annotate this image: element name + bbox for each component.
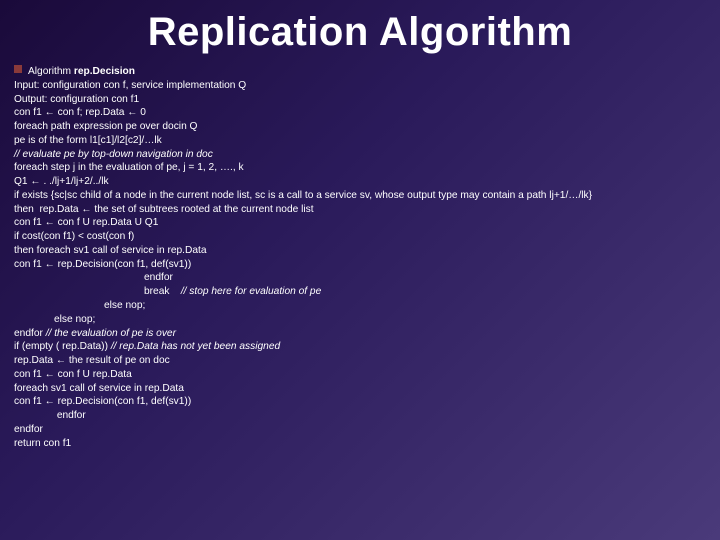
algo-line-text: Algorithm rep.Decision [28, 66, 135, 77]
algo-line-text: if exists {sc|sc child of a node in the … [14, 190, 592, 201]
algo-line: then foreach sv1 call of service in rep.… [14, 244, 706, 258]
algo-line-text: endfor [54, 410, 86, 421]
algo-line-text: if cost(con f1) < cost(con f) [14, 231, 134, 242]
algo-line: if (empty ( rep.Data)) // rep.Data has n… [14, 340, 706, 354]
algo-line-text: foreach step j in the evaluation of pe, … [14, 162, 244, 173]
algo-line-text: rep.Data ← the result of pe on doc [14, 355, 170, 366]
slide-title: Replication Algorithm [14, 10, 706, 55]
algo-line-text: Q1 ← . ./lj+1/lj+2/../lk [14, 176, 109, 187]
bullet-icon [14, 65, 22, 73]
algo-line: rep.Data ← the result of pe on doc [14, 354, 706, 368]
algo-line-text: con f1 ← con f U rep.Data [14, 369, 132, 380]
algo-line: Input: configuration con f, service impl… [14, 79, 706, 93]
algorithm-body: Algorithm rep.Decision Input: configurati… [14, 65, 706, 450]
algo-line: foreach sv1 call of service in rep.Data [14, 382, 706, 396]
algo-line-text: con f1 ← rep.Decision(con f1, def(sv1)) [14, 259, 191, 270]
algo-line-text: endfor [14, 424, 43, 435]
algo-line: then rep.Data ← the set of subtrees root… [14, 203, 706, 217]
algo-line: endfor [14, 423, 706, 437]
algo-line: con f1 ← rep.Decision(con f1, def(sv1)) [14, 395, 706, 409]
algo-line-text: return con f1 [14, 438, 71, 449]
algo-line: if cost(con f1) < cost(con f) [14, 230, 706, 244]
algo-line: foreach path expression pe over docin Q [14, 120, 706, 134]
algo-line: endfor // the evaluation of pe is over [14, 327, 706, 341]
algo-line: else nop; [14, 299, 706, 313]
algo-line-text: break // stop here for evaluation of pe [144, 286, 321, 297]
algo-line-text: then rep.Data ← the set of subtrees root… [14, 204, 314, 215]
algo-line-text: // evaluate pe by top-down navigation in… [14, 149, 213, 160]
algo-line: con f1 ← con f; rep.Data ← 0 [14, 106, 706, 120]
algo-line-text: foreach path expression pe over docin Q [14, 121, 198, 132]
algo-line: con f1 ← con f U rep.Data [14, 368, 706, 382]
algo-line: break // stop here for evaluation of pe [14, 285, 706, 299]
algo-line-text: endfor // the evaluation of pe is over [14, 328, 176, 339]
algo-line: Algorithm rep.Decision [14, 65, 706, 79]
algo-line: con f1 ← con f U rep.Data U Q1 [14, 216, 706, 230]
algo-line-text: then foreach sv1 call of service in rep.… [14, 245, 207, 256]
algo-line-text: if (empty ( rep.Data)) // rep.Data has n… [14, 341, 280, 352]
algo-line: return con f1 [14, 437, 706, 451]
algo-line-text: foreach sv1 call of service in rep.Data [14, 383, 184, 394]
algo-line-text: con f1 ← con f; rep.Data ← 0 [14, 107, 146, 118]
algo-line: foreach step j in the evaluation of pe, … [14, 161, 706, 175]
algo-line: endfor [14, 409, 706, 423]
algo-line-text: con f1 ← con f U rep.Data U Q1 [14, 217, 158, 228]
algo-line-text: endfor [144, 272, 173, 283]
algo-line-text: pe is of the form l1[c1]/l2[c2]/…lk [14, 135, 162, 146]
algo-line: Q1 ← . ./lj+1/lj+2/../lk [14, 175, 706, 189]
algo-line-text: Input: configuration con f, service impl… [14, 80, 246, 91]
algo-line-text: con f1 ← rep.Decision(con f1, def(sv1)) [14, 396, 191, 407]
algo-line: pe is of the form l1[c1]/l2[c2]/…lk [14, 134, 706, 148]
algo-line: else nop; [14, 313, 706, 327]
algo-line: con f1 ← rep.Decision(con f1, def(sv1)) [14, 258, 706, 272]
algo-line-text: else nop; [104, 300, 145, 311]
algo-line-text: Output: configuration con f1 [14, 94, 139, 105]
algo-line: Output: configuration con f1 [14, 93, 706, 107]
algo-line: // evaluate pe by top-down navigation in… [14, 148, 706, 162]
algo-line: endfor [14, 271, 706, 285]
algo-line: if exists {sc|sc child of a node in the … [14, 189, 706, 203]
slide: Replication Algorithm Algorithm rep.Deci… [0, 0, 720, 540]
algo-line-text: else nop; [54, 314, 95, 325]
